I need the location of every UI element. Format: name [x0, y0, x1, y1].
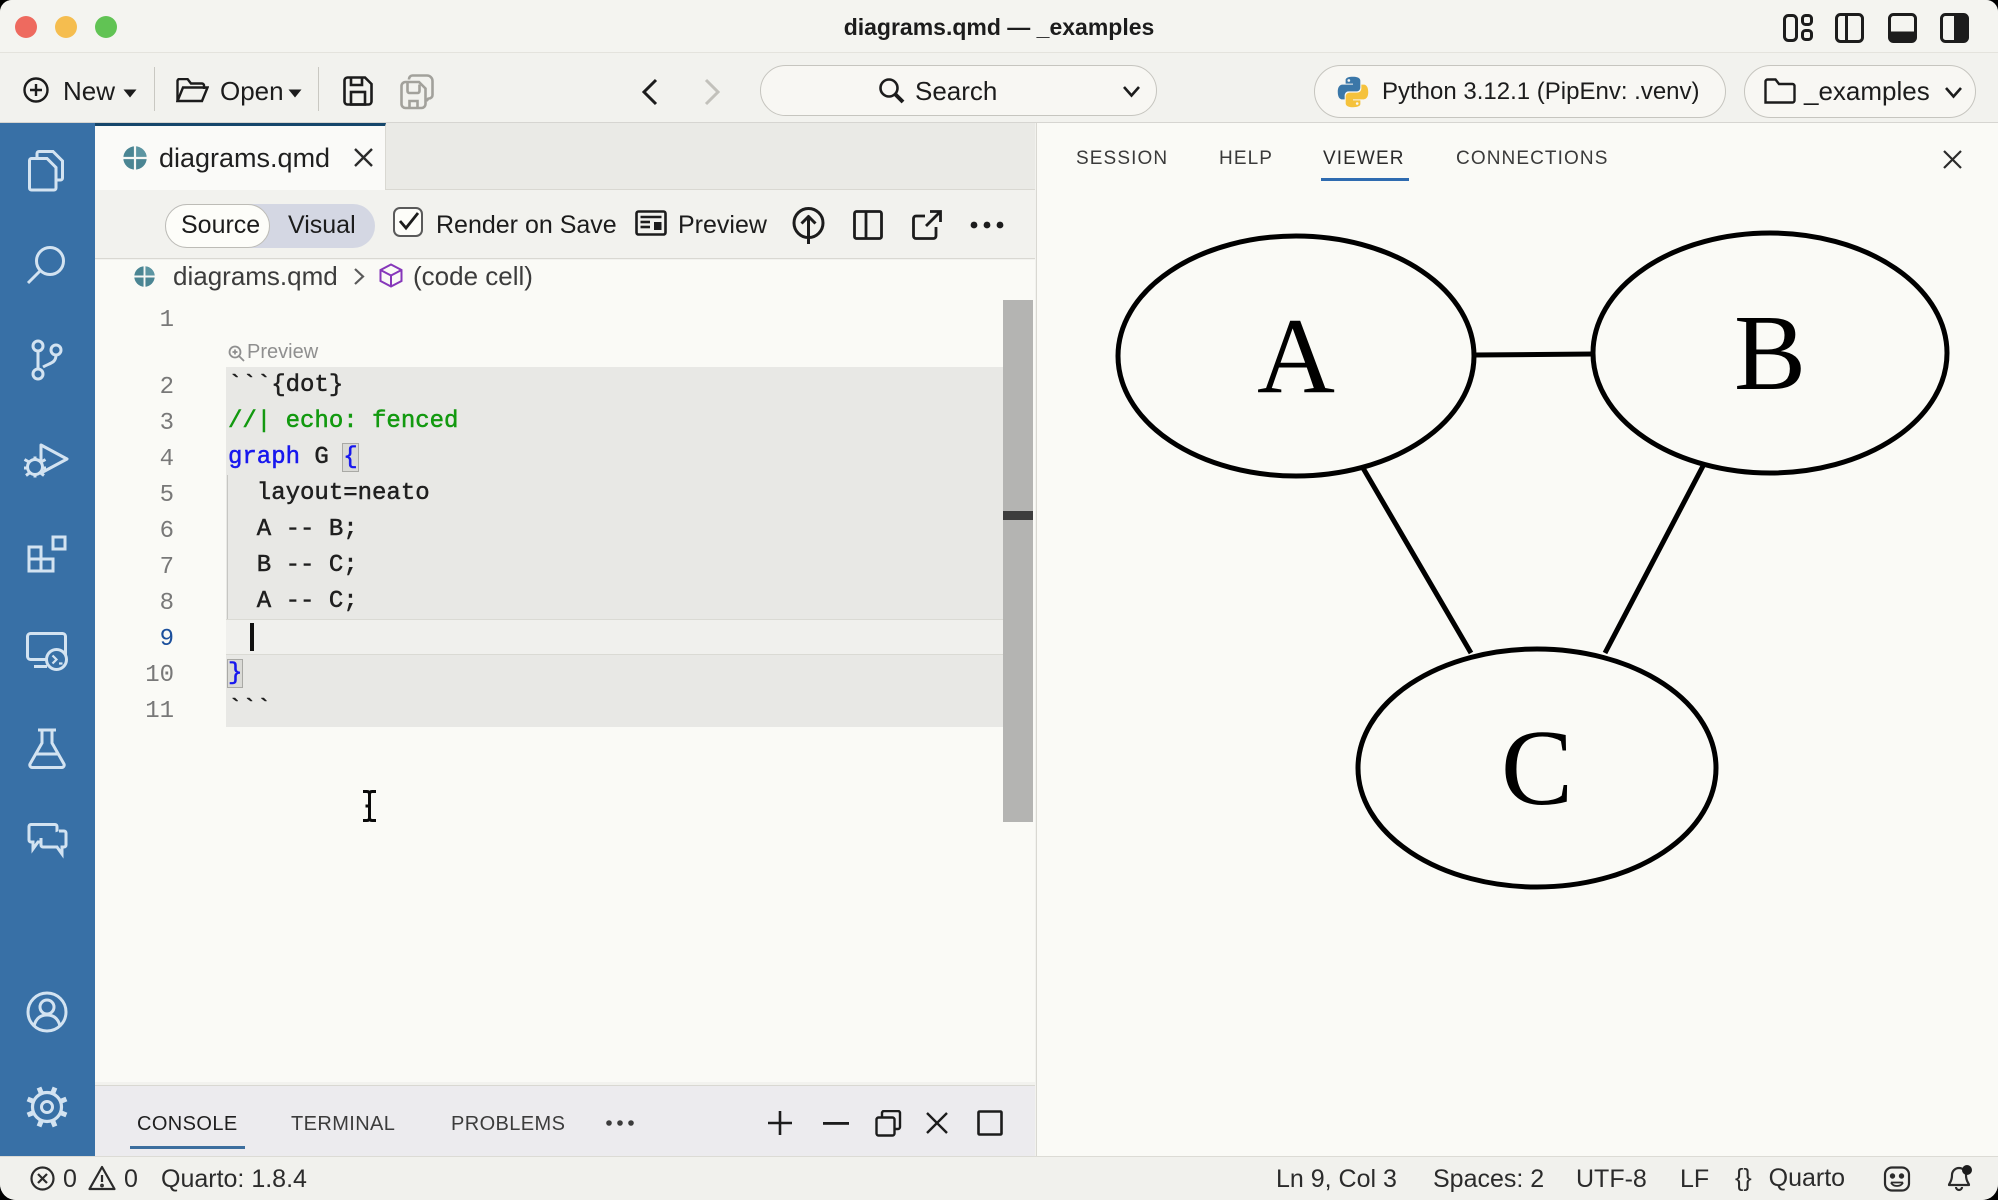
svg-text:C: C: [1501, 709, 1573, 828]
svg-text:A: A: [1257, 297, 1335, 416]
svg-text:B: B: [1734, 294, 1806, 413]
